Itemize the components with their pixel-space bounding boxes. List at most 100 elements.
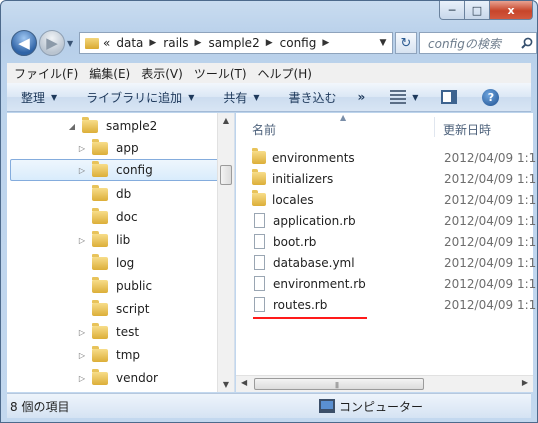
tree-item-lib[interactable]: ▷ lib xyxy=(77,229,130,251)
menu-bar: ファイル(F) 編集(E) 表示(V) ツール(T) ヘルプ(H) xyxy=(7,63,531,83)
folder-icon xyxy=(92,230,108,247)
list-item[interactable]: application.rb 2012/04/09 1:1 xyxy=(252,210,537,231)
scrollbar-grip: ||| xyxy=(335,382,339,389)
refresh-button[interactable]: ↻ xyxy=(395,32,417,54)
menu-edit[interactable]: 編集(E) xyxy=(84,65,136,82)
column-header-date-modified[interactable]: 更新日時 xyxy=(443,121,491,138)
menu-file[interactable]: ファイル(F) xyxy=(9,65,84,82)
refresh-icon: ↻ xyxy=(400,35,412,51)
breadcrumb-sample2[interactable]: sample2 ▶ xyxy=(208,36,279,50)
view-options-button[interactable]: ▼ xyxy=(374,83,427,111)
breadcrumb-rails[interactable]: rails ▶ xyxy=(163,36,208,50)
search-input[interactable]: configの検索 xyxy=(419,32,537,54)
tree-item-log[interactable]: log xyxy=(77,252,134,274)
navigation-scrollbar[interactable]: ▲ ▼ xyxy=(217,113,234,392)
breadcrumb-data[interactable]: data ▶ xyxy=(110,36,163,50)
breadcrumb-config[interactable]: config ▶ xyxy=(280,36,337,50)
sort-ascending-icon: ▲ xyxy=(340,113,347,122)
column-divider[interactable] xyxy=(434,117,435,137)
close-button[interactable]: x xyxy=(490,1,533,20)
minimize-button[interactable]: ─ xyxy=(439,1,465,20)
tree-item-public[interactable]: public xyxy=(77,275,152,297)
list-item[interactable]: environments 2012/04/09 1:1 xyxy=(252,147,537,168)
back-button[interactable]: ◀ xyxy=(11,30,37,56)
folder-icon xyxy=(92,276,108,293)
column-header-name[interactable]: 名前 xyxy=(252,121,276,138)
chevron-right-icon[interactable]: ▶ xyxy=(322,38,329,48)
scroll-up-icon[interactable]: ▲ xyxy=(218,116,234,125)
caption-buttons: ─ □ x xyxy=(439,1,533,21)
address-dropdown-button[interactable]: ▼ xyxy=(374,33,392,53)
folder-icon xyxy=(92,138,108,155)
expand-icon[interactable]: ▷ xyxy=(77,328,87,337)
help-button[interactable]: ? xyxy=(466,83,508,111)
list-item[interactable]: locales 2012/04/09 1:1 xyxy=(252,189,537,210)
share-button[interactable]: 共有 ▼ xyxy=(203,83,268,111)
folder-icon xyxy=(92,184,108,201)
highlight-underline xyxy=(253,317,367,319)
tree-item-app[interactable]: ▷ app xyxy=(77,137,139,159)
list-item[interactable]: initializers 2012/04/09 1:1 xyxy=(252,168,537,189)
tree-item-vendor[interactable]: ▷ vendor xyxy=(77,367,158,389)
list-item[interactable]: environment.rb 2012/04/09 1:1 xyxy=(252,273,537,294)
include-in-library-button[interactable]: ライブラリに追加 ▼ xyxy=(66,83,203,111)
maximize-button[interactable]: □ xyxy=(465,1,490,20)
burn-button[interactable]: 書き込む xyxy=(269,83,346,111)
folder-icon xyxy=(252,169,266,185)
scroll-left-icon[interactable]: ◀ xyxy=(241,378,247,387)
preview-pane-button[interactable] xyxy=(427,83,466,111)
collapse-icon[interactable]: ◢ xyxy=(67,122,77,131)
more-commands-button[interactable]: » xyxy=(346,83,375,111)
expand-icon[interactable]: ▷ xyxy=(77,166,87,175)
location-zone: コンピューター xyxy=(319,398,423,415)
folder-icon xyxy=(252,190,266,206)
search-icon[interactable] xyxy=(518,37,536,49)
file-icon xyxy=(254,276,265,291)
help-icon: ? xyxy=(482,88,500,106)
list-item[interactable]: database.yml 2012/04/09 1:1 xyxy=(252,252,537,273)
dropdown-arrow-icon: ▼ xyxy=(253,92,260,102)
list-item[interactable]: routes.rb 2012/04/09 1:1 xyxy=(252,294,537,315)
tree-item-test[interactable]: ▷ test xyxy=(77,321,139,343)
recent-pages-dropdown[interactable]: ▼ xyxy=(67,39,73,48)
scroll-right-icon[interactable]: ▶ xyxy=(522,378,528,387)
command-bar: 整理 ▼ ライブラリに追加 ▼ 共有 ▼ 書き込む » ▼ ? xyxy=(7,83,531,112)
navigation-bar: ◀ ▶ ▼ « data ▶ rails ▶ sample2 ▶ config ▶ ▼ … xyxy=(9,28,537,60)
chevron-right-icon[interactable]: ▶ xyxy=(266,38,273,48)
chevron-right-icon[interactable]: ▶ xyxy=(195,38,202,48)
scrollbar-thumb[interactable] xyxy=(220,165,232,185)
folder-icon xyxy=(92,207,108,224)
menu-view[interactable]: 表示(V) xyxy=(136,65,189,82)
forward-button[interactable]: ▶ xyxy=(39,30,65,56)
address-overflow[interactable]: « xyxy=(103,36,110,50)
menu-tools[interactable]: ツール(T) xyxy=(189,65,253,82)
item-count: 8 個の項目 xyxy=(10,399,70,414)
forward-arrow-icon: ▶ xyxy=(46,34,58,52)
tree-item-script[interactable]: script xyxy=(77,298,149,320)
tree-item-tmp[interactable]: ▷ tmp xyxy=(77,344,140,366)
scroll-down-icon[interactable]: ▼ xyxy=(218,380,234,389)
dropdown-arrow-icon: ▼ xyxy=(188,92,195,102)
expand-icon[interactable]: ▷ xyxy=(77,236,87,245)
folder-icon xyxy=(92,345,108,362)
horizontal-scrollbar[interactable]: ◀ ||| ▶ xyxy=(236,375,533,392)
folder-icon xyxy=(92,253,108,270)
address-bar[interactable]: « data ▶ rails ▶ sample2 ▶ config ▶ ▼ xyxy=(79,32,393,54)
expand-icon[interactable]: ▷ xyxy=(77,351,87,360)
file-icon xyxy=(254,297,265,312)
tree-item-doc[interactable]: doc xyxy=(77,206,138,228)
scrollbar-thumb[interactable]: ||| xyxy=(254,378,424,390)
tree-item-config[interactable]: ▷ config xyxy=(10,159,219,181)
tree-item-sample2[interactable]: ◢ sample2 xyxy=(67,115,157,137)
tree-item-db[interactable]: db xyxy=(77,183,131,205)
expand-icon[interactable]: ▷ xyxy=(77,144,87,153)
chevron-right-icon[interactable]: ▶ xyxy=(149,38,156,48)
folder-icon xyxy=(92,322,108,339)
list-item[interactable]: boot.rb 2012/04/09 1:1 xyxy=(252,231,537,252)
file-list-pane: ▲ 名前 更新日時 environments 2012/04/09 1:1 in… xyxy=(236,113,536,392)
organize-button[interactable]: 整理 ▼ xyxy=(7,83,66,111)
menu-help[interactable]: ヘルプ(H) xyxy=(253,65,318,82)
expand-icon[interactable]: ▷ xyxy=(77,374,87,383)
file-icon xyxy=(254,255,265,270)
back-arrow-icon: ◀ xyxy=(18,34,30,52)
